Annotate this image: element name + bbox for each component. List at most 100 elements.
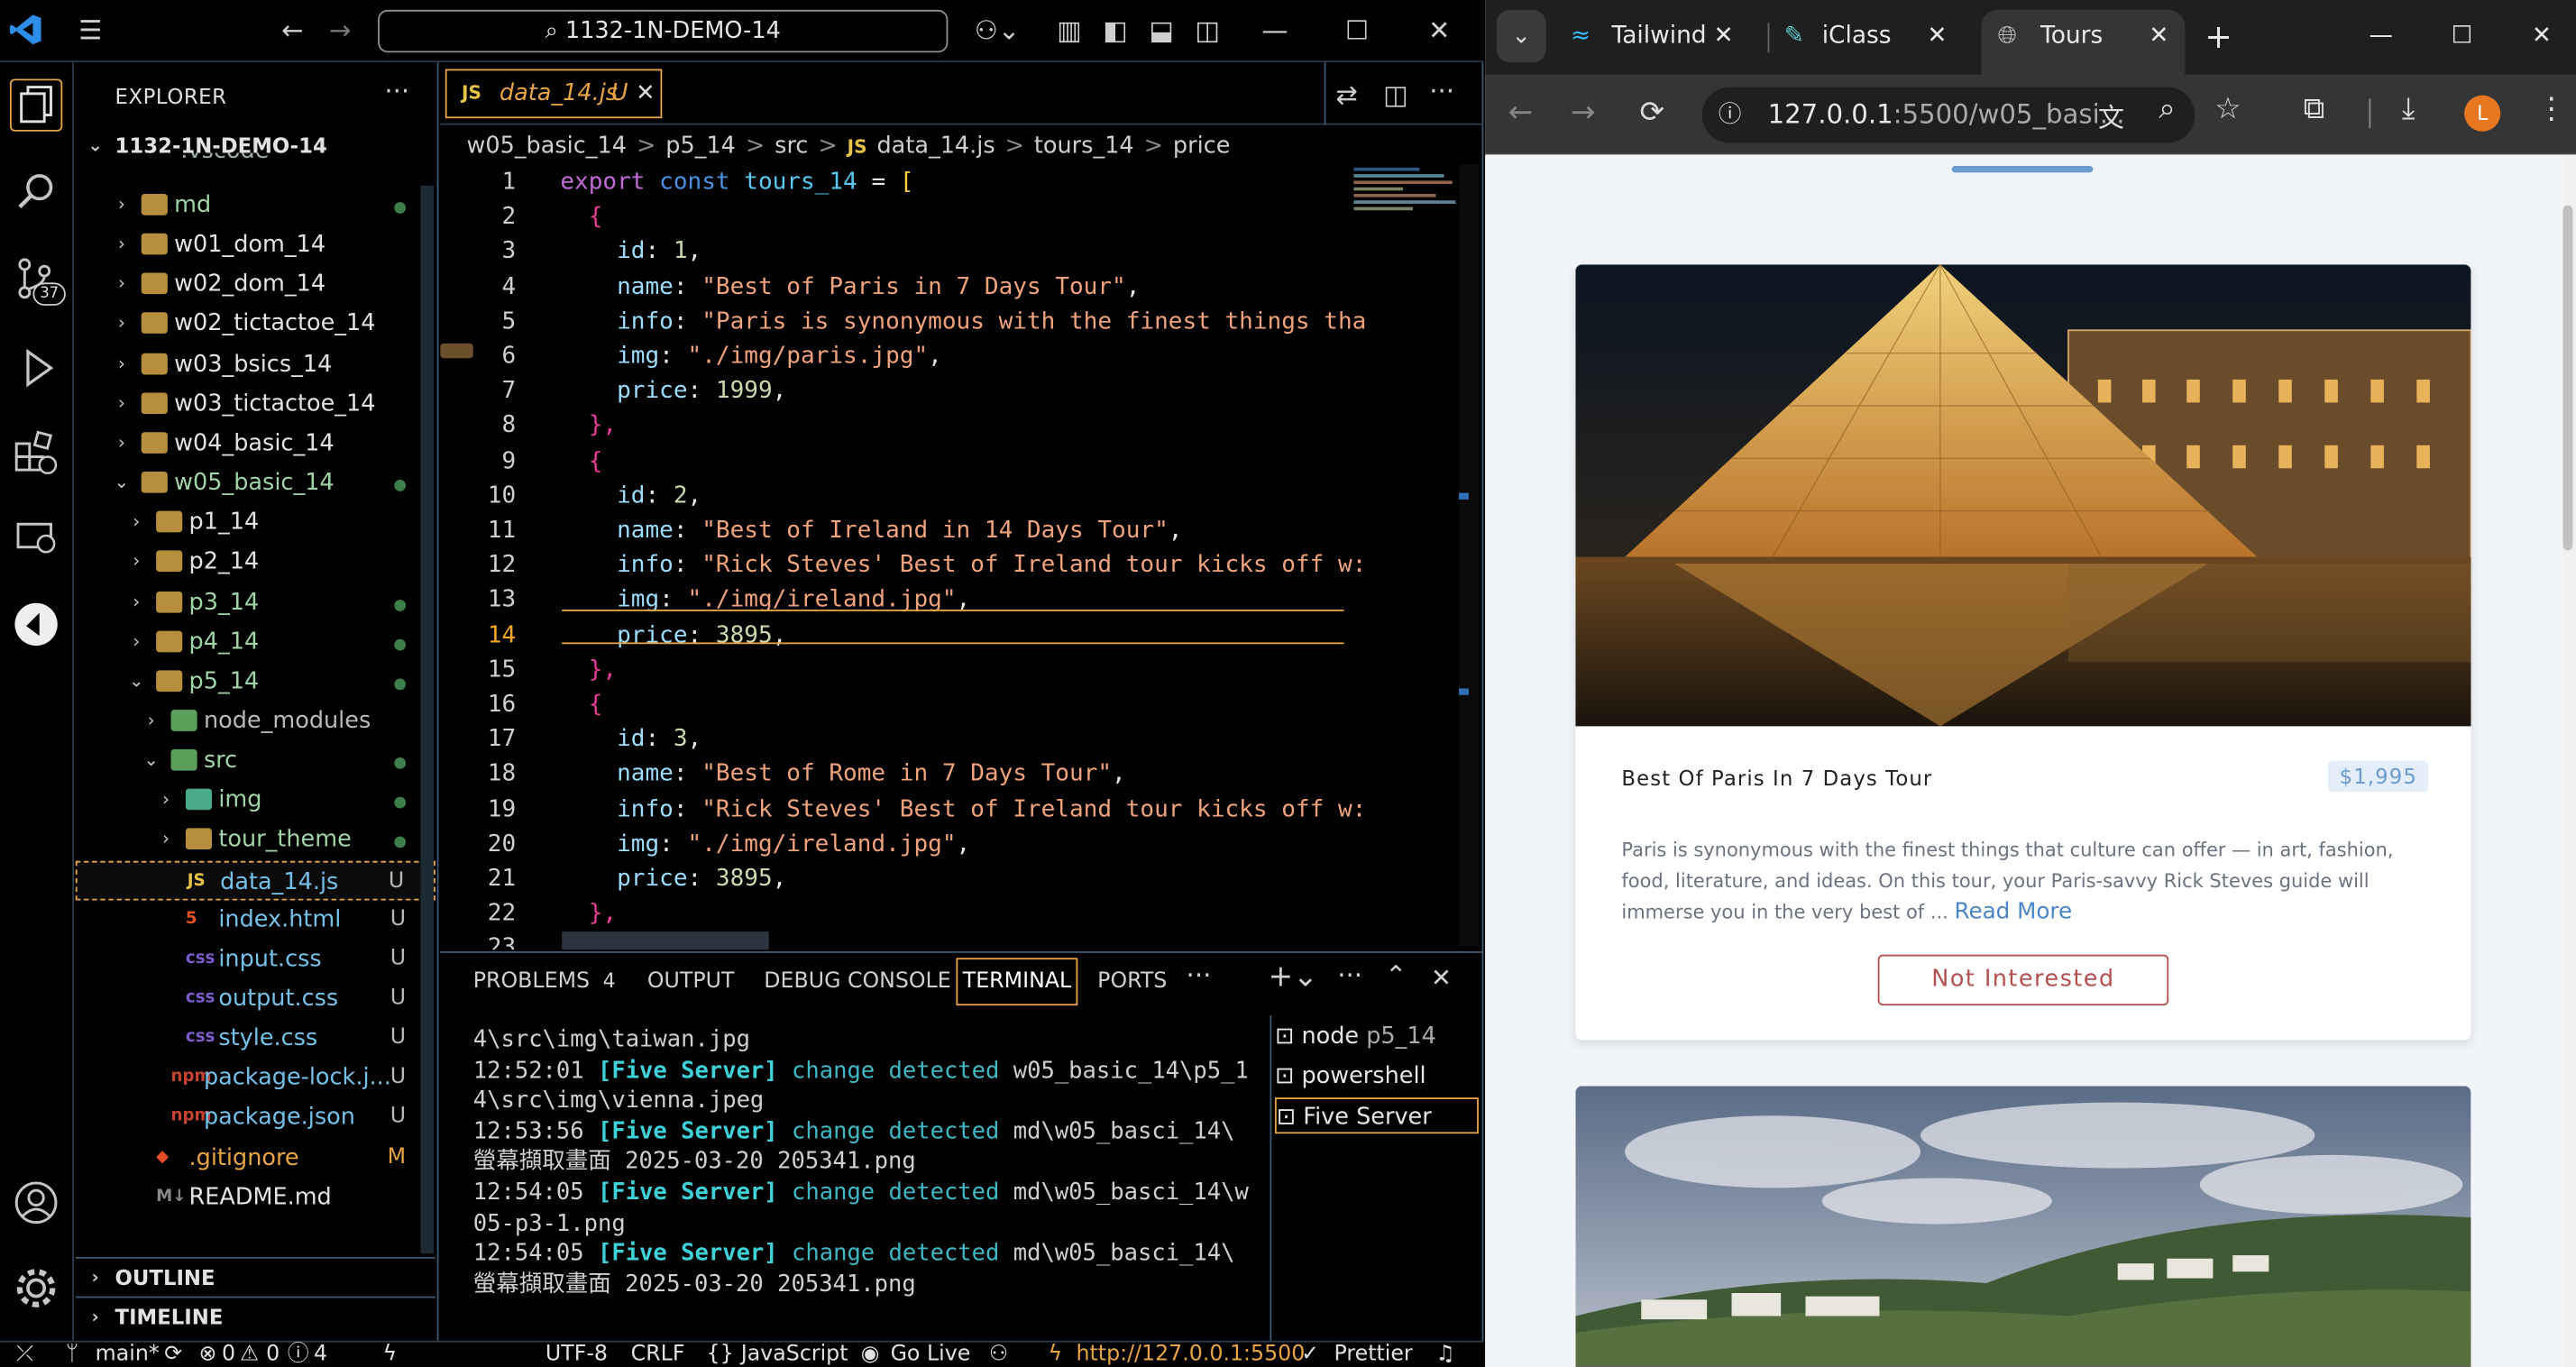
close-tab-icon[interactable]: ✕ <box>636 70 655 116</box>
breadcrumb-item[interactable]: w05_basic_14 <box>466 133 627 160</box>
code-line[interactable]: 6 img: "./img/paris.jpg", <box>440 340 1360 374</box>
minimize-icon[interactable]: — <box>1257 14 1293 50</box>
tree-item[interactable]: › md <box>76 186 435 225</box>
tree-item[interactable]: ◆ .gitignore M <box>76 1138 435 1178</box>
outline-section[interactable]: › OUTLINE <box>75 1256 435 1297</box>
code-line[interactable]: 22 }, <box>440 897 1360 931</box>
page-scrollbar[interactable] <box>2562 156 2576 1367</box>
tree-item[interactable]: › w01_dom_14 <box>76 225 435 265</box>
code-line[interactable]: 10 id: 2, <box>440 480 1360 514</box>
code-line[interactable]: 13 img: "./img/ireland.jpg", <box>440 584 1360 619</box>
code-line[interactable]: 14 price: 3895, <box>440 619 1360 653</box>
language-mode[interactable]: JavaScript <box>741 1343 848 1367</box>
tab-debug-console[interactable]: DEBUG CONSOLE <box>764 969 950 994</box>
code-line[interactable]: 8 }, <box>440 409 1360 444</box>
tree-item[interactable]: › w02_tictactoe_14 <box>76 305 435 344</box>
server-url[interactable]: http://127.0.0.1:5500 <box>1076 1343 1305 1367</box>
tab-output[interactable]: OUTPUT <box>647 969 735 994</box>
toggle-secondary-sidebar-icon[interactable]: ◫ <box>1189 14 1225 50</box>
toggle-panel-icon[interactable]: ⬓ <box>1143 14 1179 50</box>
tab-terminal[interactable]: TERMINAL <box>956 958 1078 1006</box>
settings-gear-icon[interactable] <box>10 1261 62 1314</box>
command-center-search[interactable]: ⌕ 1132-1N-DEMO-14 <box>378 9 949 53</box>
sync-icon[interactable]: ⟳ <box>164 1343 182 1367</box>
code-line[interactable]: 11 name: "Best of Ireland in 14 Days Tou… <box>440 514 1360 548</box>
site-info-icon[interactable]: ⓘ <box>1719 87 1742 143</box>
read-more-link[interactable]: Read More <box>1954 899 2072 925</box>
timeline-section[interactable]: › TIMELINE <box>75 1296 435 1336</box>
code-line[interactable]: 1 export const tours_14 = [ <box>440 166 1360 200</box>
chrome-tab-iclass[interactable]: ✎ iClass ✕ <box>1781 10 1978 62</box>
minimize-icon[interactable]: — <box>2369 10 2392 62</box>
tree-item[interactable]: JS data_14.js U <box>75 859 435 900</box>
tree-item[interactable]: › node_modules <box>76 702 435 741</box>
tree-item[interactable]: css output.css U <box>76 979 435 1019</box>
terminal-instance[interactable]: ⊡ node p5_14 <box>1275 1019 1479 1055</box>
warning-count[interactable]: 0 <box>266 1343 280 1367</box>
more-actions-icon[interactable]: ··· <box>384 76 409 107</box>
terminal-output[interactable]: 4\src\img\taiwan.jpg 12:52:01 [Five Serve… <box>440 1025 1268 1321</box>
editor-more-icon[interactable]: ··· <box>1429 76 1454 107</box>
horizontal-scrollbar[interactable] <box>562 931 769 950</box>
remote-explorer-icon[interactable] <box>10 512 62 564</box>
tree-item[interactable]: › p2_14 <box>76 543 435 583</box>
close-tab-icon[interactable]: ✕ <box>2149 10 2168 62</box>
editor-scrollbar[interactable] <box>1459 164 1479 947</box>
run-debug-icon[interactable] <box>10 342 62 394</box>
lightning-icon[interactable]: ϟ <box>383 1343 398 1367</box>
code-line[interactable]: 9 { <box>440 445 1360 479</box>
tree-item[interactable]: npm package-lock.j... U <box>76 1059 435 1098</box>
tree-item[interactable]: ⌄ w05_basic_14 <box>76 463 435 503</box>
code-line[interactable]: 2 { <box>440 201 1360 235</box>
explorer-icon[interactable] <box>9 78 63 132</box>
tree-item[interactable]: M↓ README.md <box>76 1178 435 1217</box>
breadcrumb-item[interactable]: tours_14 <box>1034 133 1134 160</box>
tab-search-icon[interactable]: ⌄ <box>1496 9 1546 63</box>
maximize-icon[interactable]: ☐ <box>2452 10 2473 62</box>
tree-item[interactable]: › img <box>76 781 435 821</box>
tree-item[interactable]: ⌄ src <box>76 741 435 781</box>
compare-changes-icon[interactable]: ⇄ <box>1335 78 1357 110</box>
extensions-icon[interactable] <box>10 427 62 480</box>
download-icon[interactable]: ⤓ <box>2402 92 2416 126</box>
code-line[interactable]: 3 id: 1, <box>440 235 1360 270</box>
not-interested-button[interactable]: Not Interested <box>1877 954 2169 1006</box>
terminal-instance[interactable]: ⊡ Five Server <box>1274 1097 1479 1134</box>
tree-item[interactable]: css input.css U <box>76 940 435 979</box>
code-line[interactable]: 12 info: "Rick Steves' Best of Ireland t… <box>440 549 1367 583</box>
tab-data-14-js[interactable]: JS data_14.js U ✕ <box>445 69 663 119</box>
profile-avatar[interactable]: L <box>2464 95 2501 132</box>
translate-icon[interactable]: 文 <box>2098 96 2124 135</box>
close-window-icon[interactable]: ✕ <box>2532 10 2552 62</box>
forward-icon[interactable]: → <box>1571 96 1596 130</box>
info-count[interactable]: 4 <box>314 1343 327 1367</box>
breadcrumb-item[interactable]: src <box>775 133 808 160</box>
copilot-status-icon[interactable]: ⚇ <box>989 1343 1008 1367</box>
tree-item[interactable]: ⌄ p5_14 <box>76 662 435 702</box>
extensions-icon[interactable]: ⧉ <box>2304 92 2324 126</box>
maximize-icon[interactable]: ☐ <box>1339 14 1375 50</box>
split-editor-icon[interactable]: ◫ <box>1383 78 1408 110</box>
breadcrumb-item[interactable]: data_14.js <box>876 133 995 160</box>
branch-name[interactable]: main* <box>96 1343 160 1367</box>
tree-item[interactable]: › p1_14 <box>76 503 435 543</box>
code-line[interactable]: 16 { <box>440 688 1360 722</box>
line-endings[interactable]: CRLF <box>631 1343 685 1367</box>
close-tab-icon[interactable]: ✕ <box>1927 10 1947 62</box>
code-line[interactable]: 15 }, <box>440 654 1360 688</box>
tree-item[interactable]: › p4_14 <box>76 622 435 662</box>
terminal-instance[interactable]: ⊡ powershell <box>1275 1058 1479 1094</box>
menu-icon[interactable]: ☰ <box>72 14 108 50</box>
tree-item[interactable]: npm package.json U <box>76 1098 435 1138</box>
new-terminal-icon[interactable]: +⌄ <box>1269 959 1318 994</box>
go-live-button[interactable]: Go Live <box>891 1343 971 1367</box>
code-line[interactable]: 4 name: "Best of Paris in 7 Days Tour", <box>440 271 1360 305</box>
terminal-more-icon[interactable]: ··· <box>1337 959 1362 991</box>
tab-problems[interactable]: PROBLEMS 4 <box>473 969 616 994</box>
close-tab-icon[interactable]: ✕ <box>1713 10 1733 62</box>
code-line[interactable]: 20 img: "./img/ireland.jpg", <box>440 828 1360 862</box>
code-line[interactable]: 7 price: 1999, <box>440 375 1360 409</box>
tree-item[interactable]: › w02_dom_14 <box>76 265 435 305</box>
error-count[interactable]: 0 <box>222 1343 235 1367</box>
tree-item[interactable]: › w04_basic_14 <box>76 424 435 463</box>
